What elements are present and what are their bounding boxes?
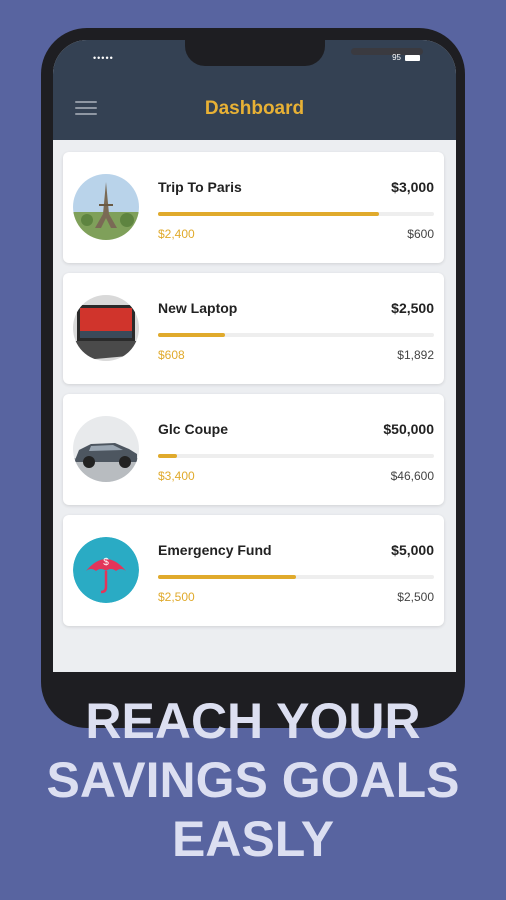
goal-name: New Laptop: [158, 300, 238, 316]
goal-name: Trip To Paris: [158, 179, 242, 195]
goal-target: $5,000: [391, 542, 434, 558]
headline-line: REACH YOUR: [85, 693, 421, 749]
umbrella-dollar-icon: $: [73, 537, 139, 603]
goal-remaining: $1,892: [397, 348, 434, 362]
progress-fill: [158, 212, 379, 216]
progress-fill: [158, 575, 296, 579]
goal-name: Emergency Fund: [158, 542, 272, 558]
goal-target: $50,000: [383, 421, 434, 437]
progress-fill: [158, 333, 226, 337]
goal-card-trip-to-paris[interactable]: Trip To Paris $3,000 $2,400 $600: [63, 152, 444, 263]
goal-saved: $3,400: [158, 469, 195, 483]
goal-saved: $2,500: [158, 590, 195, 604]
goal-saved: $2,400: [158, 227, 195, 241]
goal-name: Glc Coupe: [158, 421, 229, 437]
goal-target: $3,000: [391, 179, 434, 195]
goal-remaining: $600: [407, 227, 434, 241]
page-title: Dashboard: [204, 98, 305, 119]
goal-remaining: $2,500: [397, 590, 434, 604]
svg-text:$: $: [103, 557, 109, 568]
car-image: [73, 416, 139, 482]
laptop-image: [73, 295, 139, 361]
eiffel-tower-image: [73, 174, 139, 240]
signal-indicator: •••••: [93, 53, 114, 63]
promo-headline: REACH YOUR SAVINGS GOALS EASLY: [0, 692, 506, 869]
goal-card-glc-coupe[interactable]: Glc Coupe $50,000 $3,400 $46,600: [63, 394, 444, 505]
app-header: ••••• 95 Dashboard: [53, 40, 456, 140]
battery-status: 95: [392, 53, 420, 62]
goal-progress-bar: [158, 333, 434, 337]
phone-notch: [185, 40, 423, 66]
goal-target: $2,500: [391, 300, 434, 316]
battery-icon: [405, 54, 420, 61]
headline-line: SAVINGS GOALS: [46, 752, 460, 808]
headline-line: EASLY: [171, 811, 335, 867]
battery-level: 95: [392, 53, 401, 62]
goal-remaining: $46,600: [390, 469, 434, 483]
app-screen: ••••• 95 Dashboard Trip To Paris $3,000 …: [53, 40, 456, 672]
goal-progress-bar: [158, 454, 434, 458]
goal-card-new-laptop[interactable]: New Laptop $2,500 $608 $1,892: [63, 273, 444, 384]
progress-fill: [158, 454, 177, 458]
goal-progress-bar: [158, 575, 434, 579]
goal-card-emergency-fund[interactable]: $ Emergency Fund $5,000 $2,500 $2,500: [63, 515, 444, 626]
goal-saved: $608: [158, 348, 185, 362]
goal-progress-bar: [158, 212, 434, 216]
